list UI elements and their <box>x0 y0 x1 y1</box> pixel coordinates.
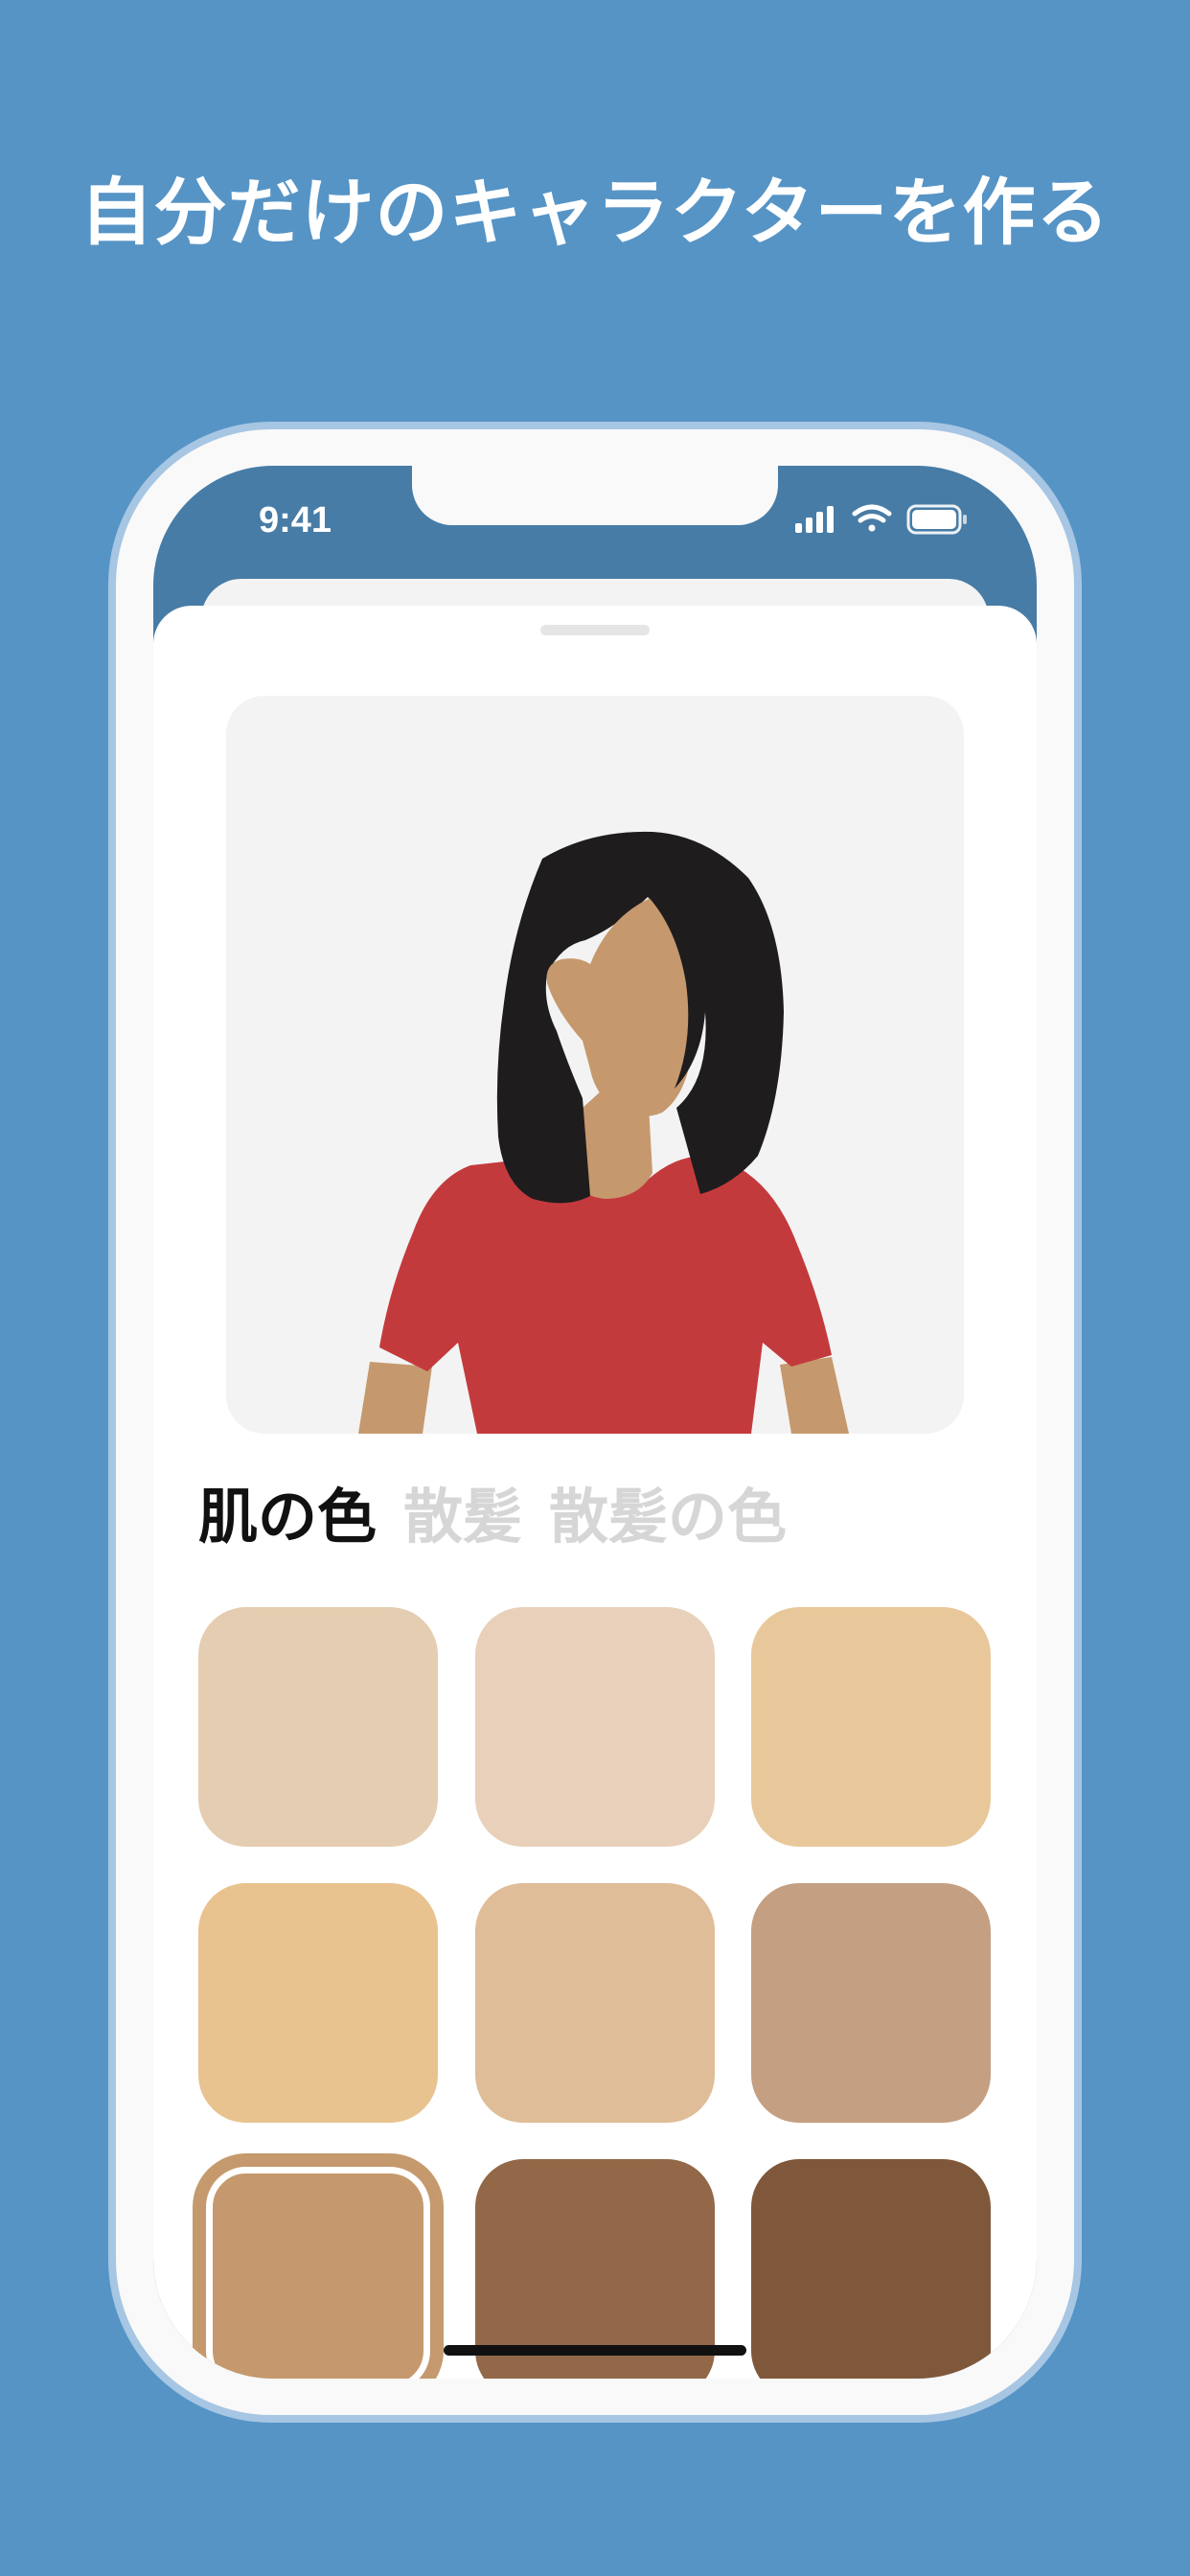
status-time: 9:41 <box>259 500 332 540</box>
tab-hairstyle[interactable]: 散髪 <box>403 1468 522 1554</box>
character-illustration <box>358 831 849 1434</box>
tab-skin-color[interactable]: 肌の色 <box>198 1468 377 1554</box>
phone-screen: 9:41 肌の色 散髪 散髪の色 <box>153 466 1037 2379</box>
skin-swatch-2[interactable] <box>475 1607 715 1847</box>
category-tabs: 肌の色 散髪 散髪の色 <box>198 1468 787 1554</box>
skin-swatch-6[interactable] <box>751 1883 991 2123</box>
skin-swatch-9[interactable] <box>751 2159 991 2379</box>
headline: 自分だけのキャラクターを作る <box>80 170 1110 255</box>
skin-swatch-5[interactable] <box>475 1883 715 2123</box>
tab-hair-color[interactable]: 散髪の色 <box>549 1468 787 1554</box>
home-indicator[interactable] <box>444 2345 746 2356</box>
status-icons <box>795 504 967 535</box>
character-preview <box>226 696 964 1434</box>
battery-icon <box>906 504 967 535</box>
skin-swatch-1[interactable] <box>198 1607 438 1847</box>
character-right-arm <box>780 1357 849 1434</box>
skin-swatch-7-selected[interactable] <box>198 2159 438 2379</box>
editor-sheet: 肌の色 散髪 散髪の色 <box>153 606 1037 2379</box>
character-left-arm <box>358 1362 432 1434</box>
signal-icon <box>795 506 834 533</box>
notch <box>412 466 778 525</box>
wifi-icon <box>852 504 892 532</box>
sheet-grabber[interactable] <box>540 625 650 635</box>
skin-swatch-3[interactable] <box>751 1607 991 1847</box>
skin-swatch-4[interactable] <box>198 1883 438 2123</box>
